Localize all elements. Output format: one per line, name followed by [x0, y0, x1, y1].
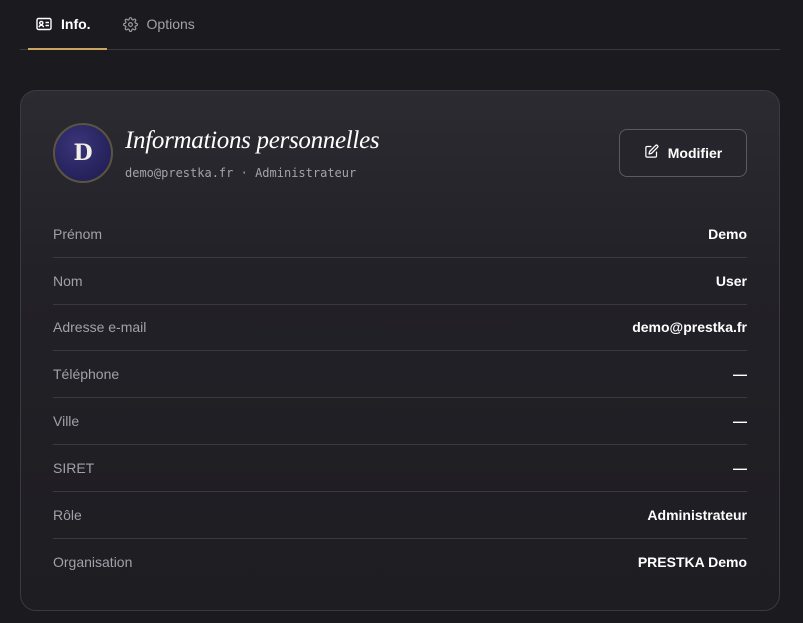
edit-button[interactable]: Modifier	[619, 129, 747, 177]
field-value: —	[733, 366, 747, 383]
field-row-siret: SIRET —	[53, 445, 747, 492]
field-value: Demo	[708, 225, 747, 242]
field-row-organisation: Organisation PRESTKA Demo	[53, 539, 747, 586]
pencil-icon	[644, 144, 659, 162]
field-label: Nom	[53, 272, 83, 289]
field-label: Adresse e-mail	[53, 319, 147, 336]
profile-role: Administrateur	[255, 166, 357, 180]
field-label: Téléphone	[53, 366, 120, 383]
field-list: Prénom Demo Nom User Adresse e-mail demo…	[53, 211, 747, 585]
subtitle-separator: ·	[240, 166, 248, 180]
tab-options-label: Options	[146, 16, 195, 32]
field-row-telephone: Téléphone —	[53, 351, 747, 399]
page-title: Informations personnelles	[125, 127, 380, 154]
id-card-icon	[36, 17, 52, 31]
field-row-email: Adresse e-mail demo@prestka.fr	[53, 305, 747, 352]
tab-options[interactable]: Options	[107, 0, 211, 49]
edit-button-label: Modifier	[667, 145, 723, 161]
tab-bar: Info. Options	[20, 0, 780, 50]
field-value: —	[733, 413, 747, 430]
personal-info-card: D Informations personnelles demo@prestka…	[20, 90, 780, 611]
field-row-prenom: Prénom Demo	[53, 211, 747, 258]
profile-subtitle: demo@prestka.fr · Administrateur	[125, 166, 356, 180]
field-row-nom: Nom User	[53, 258, 747, 305]
field-label: Organisation	[53, 553, 133, 570]
field-label: SIRET	[53, 459, 95, 476]
field-label: Ville	[53, 413, 80, 430]
field-label: Prénom	[53, 225, 103, 242]
field-label: Rôle	[53, 506, 82, 523]
field-value: User	[715, 272, 747, 289]
field-value: demo@prestka.fr	[632, 319, 747, 336]
profile-email: demo@prestka.fr	[125, 166, 234, 180]
field-value: —	[733, 459, 747, 476]
field-row-role: Rôle Administrateur	[53, 492, 747, 539]
field-value: PRESTKA Demo	[637, 553, 747, 570]
field-row-ville: Ville —	[53, 398, 747, 445]
tab-info-label: Info.	[61, 16, 91, 32]
avatar: D	[53, 123, 113, 183]
tab-info[interactable]: Info.	[20, 0, 107, 50]
field-value: Administrateur	[647, 506, 747, 523]
card-header: D Informations personnelles demo@prestka…	[53, 91, 747, 211]
gear-icon	[122, 16, 138, 32]
